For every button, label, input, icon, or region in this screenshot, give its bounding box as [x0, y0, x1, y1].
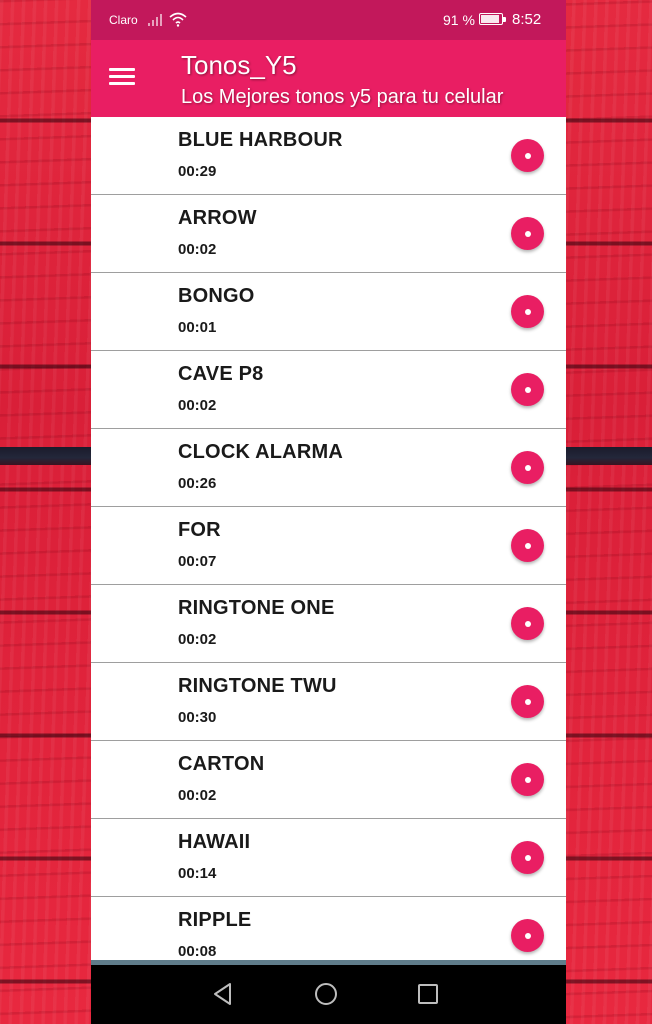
hamburger-menu-icon[interactable] [105, 60, 139, 94]
play-button[interactable] [511, 373, 544, 406]
list-item[interactable]: FOR 00:07 [91, 507, 566, 585]
play-dot-icon [525, 543, 531, 549]
ringtone-duration: 00:30 [178, 709, 217, 726]
list-item[interactable]: RIPPLE 00:08 [91, 897, 566, 962]
ringtone-name: CARTON [178, 753, 265, 775]
ringtone-name: RINGTONE TWU [178, 675, 337, 697]
ringtone-name: BLUE HARBOUR [178, 129, 343, 151]
ringtone-duration: 00:02 [178, 241, 217, 258]
phone-screen: Claro 91 % 8:52 Tonos_Y5 Los Mejores ton… [91, 0, 566, 1024]
play-button[interactable] [511, 685, 544, 718]
ringtone-name: BONGO [178, 285, 255, 307]
play-dot-icon [525, 777, 531, 783]
ringtone-duration: 00:01 [178, 319, 217, 336]
play-dot-icon [525, 699, 531, 705]
home-icon[interactable] [312, 980, 340, 1008]
list-item[interactable]: BONGO 00:01 [91, 273, 566, 351]
play-button[interactable] [511, 607, 544, 640]
app-subtitle: Los Mejores tonos y5 para tu celular [181, 86, 504, 108]
play-button[interactable] [511, 139, 544, 172]
navigation-bar [91, 965, 566, 1024]
list-item[interactable]: BLUE HARBOUR 00:29 [91, 117, 566, 195]
list-item[interactable]: ARROW 00:02 [91, 195, 566, 273]
play-dot-icon [525, 465, 531, 471]
play-dot-icon [525, 933, 531, 939]
ringtone-name: CLOCK ALARMA [178, 441, 343, 463]
play-button[interactable] [511, 529, 544, 562]
wifi-icon [169, 12, 187, 27]
play-dot-icon [525, 621, 531, 627]
list-item[interactable]: CLOCK ALARMA 00:26 [91, 429, 566, 507]
play-dot-icon [525, 309, 531, 315]
ringtone-name: CAVE P8 [178, 363, 264, 385]
clock: 8:52 [512, 11, 542, 28]
list-item[interactable]: HAWAII 00:14 [91, 819, 566, 897]
ringtone-duration: 00:02 [178, 787, 217, 804]
ringtone-name: FOR [178, 519, 221, 541]
list-item[interactable]: RINGTONE TWU 00:30 [91, 663, 566, 741]
ringtone-duration: 00:26 [178, 475, 217, 492]
battery-icon [479, 13, 506, 25]
list-item[interactable]: CAVE P8 00:02 [91, 351, 566, 429]
play-dot-icon [525, 231, 531, 237]
signal-icon [148, 14, 162, 26]
list-item[interactable]: RINGTONE ONE 00:02 [91, 585, 566, 663]
carrier-label: Claro [109, 13, 138, 27]
ringtone-duration: 00:02 [178, 631, 217, 648]
list-item[interactable]: CARTON 00:02 [91, 741, 566, 819]
ringtone-duration: 00:07 [178, 553, 217, 570]
play-button[interactable] [511, 295, 544, 328]
app-bar: Tonos_Y5 Los Mejores tonos y5 para tu ce… [91, 40, 566, 117]
ringtone-duration: 00:14 [178, 865, 217, 882]
play-button[interactable] [511, 763, 544, 796]
play-button[interactable] [511, 841, 544, 874]
ringtone-name: RINGTONE ONE [178, 597, 335, 619]
ringtone-duration: 00:08 [178, 943, 217, 960]
back-icon[interactable] [209, 980, 237, 1008]
ringtone-duration: 00:02 [178, 397, 217, 414]
play-dot-icon [525, 855, 531, 861]
battery-percent: 91 % [443, 12, 475, 28]
play-button[interactable] [511, 217, 544, 250]
app-title: Tonos_Y5 [181, 50, 297, 80]
play-button[interactable] [511, 919, 544, 952]
ringtone-list[interactable]: BLUE HARBOUR 00:29 ARROW 00:02 BONGO 00:… [91, 117, 566, 962]
recents-icon[interactable] [414, 980, 442, 1008]
play-dot-icon [525, 387, 531, 393]
play-button[interactable] [511, 451, 544, 484]
play-dot-icon [525, 153, 531, 159]
status-bar: Claro 91 % 8:52 [91, 0, 566, 40]
ringtone-name: ARROW [178, 207, 257, 229]
ringtone-name: RIPPLE [178, 909, 252, 931]
ringtone-name: HAWAII [178, 831, 251, 853]
ringtone-duration: 00:29 [178, 163, 217, 180]
